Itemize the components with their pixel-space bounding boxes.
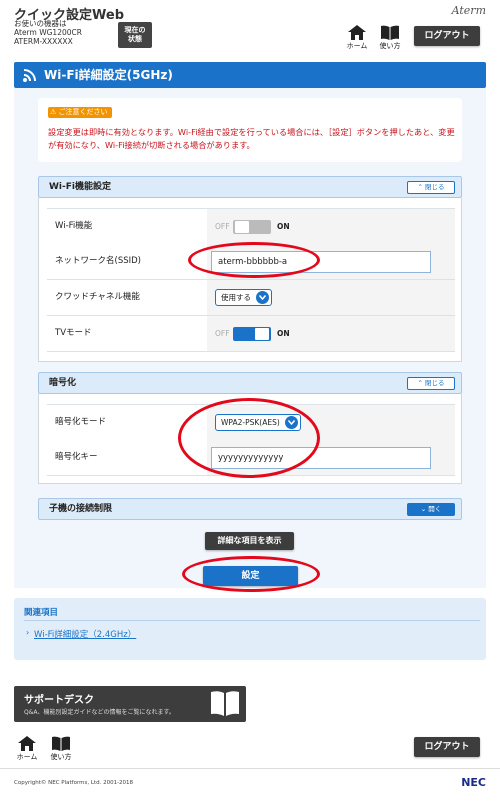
related-title: 関連項目 (24, 608, 59, 618)
device-info: お使いの機器は Aterm WG1200CR ATERM-XXXXXX (14, 19, 82, 46)
notice-badge-label: ご注意ください (58, 108, 108, 116)
show-details-button[interactable]: 詳細な項目を表示 (205, 532, 294, 550)
apply-button[interactable]: 設定 (203, 566, 298, 586)
wifi-function-on-label: ON (277, 222, 290, 231)
related-items-panel: 関連項目 › Wi-Fi詳細設定（2.4GHz） (14, 598, 486, 660)
book-icon (381, 25, 399, 40)
child-limit-expand-label: 開く (428, 505, 442, 513)
encryption-section-title: 暗号化 (49, 378, 77, 388)
aterm-logo: Aterm (451, 4, 486, 17)
child-limit-expand-button[interactable]: ⌄ 開く (407, 503, 455, 516)
row-ssid: ネットワーク名(SSID) aterm-bbbbbb-a (47, 244, 455, 280)
footer-divider (0, 768, 500, 769)
home-icon (348, 25, 366, 40)
wifi-icon (23, 69, 36, 82)
encryption-key-value-cell: yyyyyyyyyyyyy (207, 440, 455, 475)
arrow-right-icon: › (26, 628, 30, 637)
footer-help-label: 使い方 (50, 753, 72, 761)
book-icon (211, 691, 239, 716)
encryption-section-collapse-label: 閉じる (425, 379, 445, 387)
crowd-channel-selected: 使用する (221, 293, 251, 302)
home-link[interactable]: ホーム (344, 25, 370, 51)
notice-message: 設定変更は即時に有効となります。Wi-Fi経由で設定を行っている場合には、［設定… (48, 127, 455, 150)
tv-mode-track (233, 327, 271, 341)
footer-home-link[interactable]: ホーム (14, 736, 40, 762)
wifi-function-label: Wi-Fi機能 (47, 209, 207, 244)
status-button-line1: 現在の (124, 26, 146, 34)
help-link[interactable]: 使い方 (377, 25, 403, 51)
related-divider (24, 620, 480, 621)
encryption-mode-selected: WPA2-PSK(AES) (221, 418, 280, 427)
support-title: サポートデスク (24, 695, 94, 706)
page-title-bar: Wi-Fi詳細設定(5GHz) (14, 62, 486, 88)
encryption-section-header: 暗号化 ⌃ 閉じる (38, 372, 462, 394)
wifi-section-title: Wi-Fi機能設定 (49, 182, 111, 192)
child-limit-section-header: 子機の接続制限 ⌄ 開く (38, 498, 462, 520)
encryption-key-input[interactable]: yyyyyyyyyyyyy (211, 447, 431, 469)
wifi-section-collapse-button[interactable]: ⌃ 閉じる (407, 181, 455, 194)
help-label: 使い方 (379, 42, 401, 50)
footer-logout-button[interactable]: ログアウト (414, 737, 480, 757)
support-subtitle: Q&A、機能別設定ガイドなどの情報をご覧になれます。 (24, 709, 175, 716)
row-tv-mode: TVモード OFF ON (47, 316, 455, 352)
page-title: Wi-Fi詳細設定(5GHz) (44, 68, 173, 82)
tv-mode-on-label: ON (277, 329, 290, 338)
wifi-function-track (233, 220, 271, 234)
wifi-section-collapse-label: 閉じる (425, 183, 445, 191)
home-label: ホーム (346, 42, 368, 50)
encryption-section-body: 暗号化モード WPA2-PSK(AES) 暗号化キー yyyyyyyyyyyyy (38, 394, 462, 484)
ssid-label: ネットワーク名(SSID) (47, 244, 207, 279)
encryption-section-collapse-button[interactable]: ⌃ 閉じる (407, 377, 455, 390)
chevron-down-icon (284, 416, 298, 429)
crowd-channel-value-cell: 使用する (207, 280, 455, 315)
row-crowd-channel: クワッドチャネル機能 使用する (47, 280, 455, 316)
chevron-up-icon: ⌃ (417, 379, 423, 387)
wifi-function-value: OFF ON (207, 209, 455, 244)
row-encryption-mode: 暗号化モード WPA2-PSK(AES) (47, 404, 455, 440)
footer-help-link[interactable]: 使い方 (48, 736, 74, 762)
crowd-channel-select[interactable]: 使用する (215, 289, 272, 306)
book-icon (52, 736, 70, 751)
chevron-up-icon: ⌃ (417, 183, 423, 191)
tv-mode-off-label: OFF (215, 329, 230, 338)
wifi-section-body: Wi-Fi機能 OFF ON ネットワーク名(SSID) aterm-bbbbb… (38, 198, 462, 362)
model-id: ATERM-XXXXXX (14, 37, 73, 46)
encryption-mode-select[interactable]: WPA2-PSK(AES) (215, 414, 301, 431)
tv-mode-value-cell: OFF ON (207, 316, 455, 351)
wifi-section-header: Wi-Fi機能設定 ⌃ 閉じる (38, 176, 462, 198)
device-label: お使いの機器は (14, 19, 67, 28)
ssid-input[interactable]: aterm-bbbbbb-a (211, 251, 431, 273)
logout-button[interactable]: ログアウト (414, 26, 480, 46)
encryption-key-label: 暗号化キー (47, 440, 207, 475)
tv-mode-label: TVモード (47, 316, 207, 351)
support-desk-banner[interactable]: サポートデスク Q&A、機能別設定ガイドなどの情報をご覧になれます。 (14, 686, 246, 722)
row-encryption-key: 暗号化キー yyyyyyyyyyyyy (47, 440, 455, 476)
nec-logo: NEC (461, 776, 486, 789)
chevron-down-icon: ⌄ (420, 505, 427, 513)
row-wifi-function: Wi-Fi機能 OFF ON (47, 208, 455, 244)
warning-icon: ⚠ (50, 108, 57, 116)
chevron-down-icon (256, 291, 269, 304)
model-name: Aterm WG1200CR (14, 28, 82, 37)
copyright: Copyright© NEC Platforms, Ltd. 2001-2018 (14, 780, 134, 786)
current-status-button[interactable]: 現在の 状態 (118, 22, 152, 48)
crowd-channel-label: クワッドチャネル機能 (47, 280, 207, 315)
tv-mode-knob (255, 328, 269, 340)
footer-home-label: ホーム (16, 753, 38, 761)
wifi-function-off-label: OFF (215, 222, 230, 231)
status-button-line2: 状態 (128, 35, 142, 43)
related-link-wifi-24ghz[interactable]: Wi-Fi詳細設定（2.4GHz） (34, 628, 136, 640)
encryption-mode-label: 暗号化モード (47, 405, 207, 440)
home-icon (18, 736, 36, 751)
ssid-value-cell: aterm-bbbbbb-a (207, 244, 455, 279)
notice-badge: ⚠ ご注意ください (48, 107, 112, 118)
wifi-function-knob (235, 221, 249, 233)
child-limit-section-title: 子機の接続制限 (49, 504, 113, 514)
header: クイック設定Web お使いの機器は Aterm WG1200CR ATERM-X… (0, 0, 500, 56)
encryption-mode-value-cell: WPA2-PSK(AES) (207, 405, 455, 440)
notice-box: ⚠ ご注意ください 設定変更は即時に有効となります。Wi-Fi経由で設定を行って… (38, 98, 462, 162)
